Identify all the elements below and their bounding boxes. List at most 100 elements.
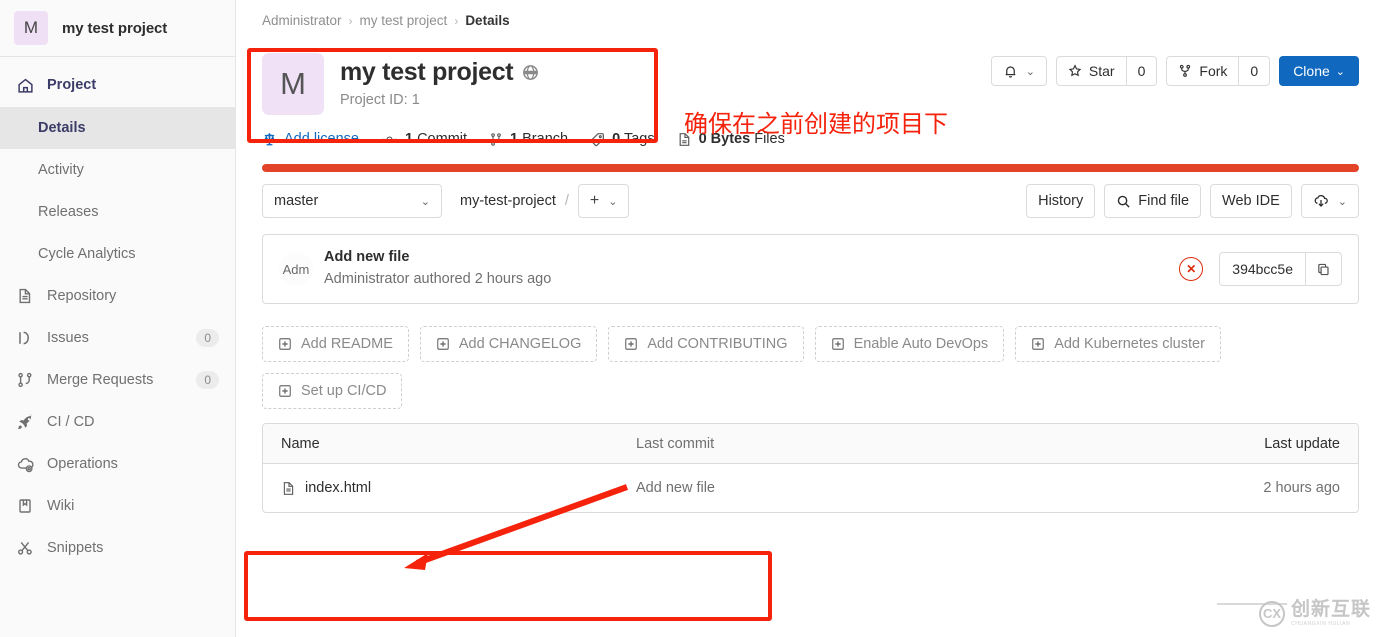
add-changelog-button[interactable]: Add CHANGELOG — [419, 326, 598, 362]
set-up-ci-cd-button[interactable]: Set up CI/CD — [262, 373, 403, 409]
file-tree-table: Name Last commit Last update index.html … — [262, 423, 1359, 513]
table-row[interactable]: index.html Add new file 2 hours ago — [263, 464, 1358, 512]
quick-actions: Add README Add CHANGELOG Add CONTRIBUTIN… — [236, 304, 1379, 409]
file-last-commit[interactable]: Add new file — [636, 480, 1190, 496]
breadcrumb-item-project[interactable]: my test project — [360, 13, 448, 28]
file-icon — [281, 481, 296, 496]
file-toolbar: master ⌄ my-test-project / + ⌄ History F… — [236, 172, 1379, 218]
web-ide-button[interactable]: Web IDE — [1210, 184, 1292, 218]
sidebar-badge-merge-requests: 0 — [196, 371, 219, 389]
branch-icon — [489, 132, 503, 147]
sidebar-item-project[interactable]: Project — [0, 63, 235, 107]
web-ide-label: Web IDE — [1222, 193, 1280, 209]
file-last-update: 2 hours ago — [1263, 480, 1340, 496]
repo-path-root[interactable]: my-test-project — [460, 193, 556, 209]
quick-action-label: Set up CI/CD — [301, 383, 387, 399]
main-content: Administrator › my test project › Detail… — [236, 0, 1379, 637]
quick-action-label: Add README — [301, 336, 393, 352]
home-icon — [16, 76, 34, 94]
commit-sha[interactable]: 394bcc5e — [1220, 253, 1305, 285]
sidebar-item-details[interactable]: Details — [0, 107, 235, 149]
stat-branches[interactable]: 1 Branch — [489, 131, 568, 147]
notification-dropdown-button[interactable]: ⌄ — [990, 56, 1047, 86]
sidebar-item-snippets[interactable]: Snippets — [0, 527, 235, 569]
sidebar-project-name: my test project — [62, 19, 168, 37]
repo-path-breadcrumb: my-test-project / — [460, 193, 569, 209]
fork-count[interactable]: 0 — [1239, 56, 1271, 86]
star-count[interactable]: 0 — [1126, 56, 1158, 86]
star-icon — [1068, 64, 1082, 78]
add-license-link[interactable]: Add license — [284, 131, 359, 147]
fork-button[interactable]: Fork — [1166, 56, 1240, 86]
find-file-button[interactable]: Find file — [1104, 184, 1202, 218]
sidebar-item-label: Merge Requests — [47, 372, 154, 388]
plus-square-icon — [624, 337, 638, 351]
sidebar-item-ci-cd[interactable]: CI / CD — [0, 401, 235, 443]
enable-auto-devops-button[interactable]: Enable Auto DevOps — [814, 326, 1005, 362]
history-button[interactable]: History — [1026, 184, 1096, 218]
sidebar-project-header[interactable]: M my test project — [0, 0, 235, 57]
book-icon — [16, 497, 34, 515]
download-dropdown-button[interactable]: ⌄ — [1300, 184, 1359, 218]
sidebar-item-label: CI / CD — [47, 414, 95, 430]
file-name-link[interactable]: index.html — [305, 480, 371, 496]
breadcrumb-item-details: Details — [465, 13, 510, 28]
sidebar-item-label: Issues — [47, 330, 89, 346]
clone-button[interactable]: Clone ⌄ — [1279, 56, 1359, 86]
branch-selector-value: master — [274, 193, 319, 209]
stat-commits[interactable]: 1 Commit — [381, 131, 467, 147]
project-avatar: M — [262, 53, 324, 115]
x-circle-icon[interactable]: ✕ — [1179, 257, 1204, 281]
sidebar-badge-issues: 0 — [196, 329, 219, 347]
watermark: CX 创新互联 CHUANGXIN HULIAN — [1258, 600, 1371, 627]
sidebar-item-merge-requests[interactable]: Merge Requests 0 — [0, 359, 235, 401]
watermark-logo-icon: CX — [1258, 600, 1285, 627]
header-actions: ⌄ Star 0 Fork 0 Clone ⌄ — [990, 56, 1359, 86]
sidebar-item-activity[interactable]: Activity — [0, 149, 235, 191]
stat-add-license[interactable]: Add license — [262, 131, 359, 147]
table-header-row: Name Last commit Last update — [263, 424, 1358, 464]
fork-button-group: Fork 0 — [1166, 56, 1271, 86]
star-button[interactable]: Star — [1055, 56, 1127, 86]
breadcrumb: Administrator › my test project › Detail… — [236, 0, 1379, 37]
add-contributing-button[interactable]: Add CONTRIBUTING — [608, 326, 804, 362]
breadcrumb-item-administrator[interactable]: Administrator — [262, 13, 342, 28]
sidebar-item-operations[interactable]: Operations — [0, 443, 235, 485]
project-title-row: my test project — [340, 58, 539, 87]
repo-path-separator: / — [564, 193, 569, 209]
quick-action-label: Add CHANGELOG — [458, 336, 582, 352]
sidebar-item-wiki[interactable]: Wiki — [0, 485, 235, 527]
sidebar-item-label: Releases — [38, 204, 99, 220]
sidebar-item-repository[interactable]: Repository — [0, 275, 235, 317]
fork-icon — [1178, 64, 1192, 78]
add-kubernetes-cluster-button[interactable]: Add Kubernetes cluster — [1015, 326, 1221, 362]
add-readme-button[interactable]: Add README — [262, 326, 409, 362]
copy-icon[interactable] — [1305, 253, 1341, 285]
language-bar[interactable] — [262, 164, 1359, 172]
breadcrumb-separator-icon: › — [454, 13, 459, 28]
scissors-icon — [16, 539, 34, 557]
download-icon — [1313, 193, 1329, 209]
commit-icon — [381, 132, 398, 147]
sidebar-item-issues[interactable]: Issues 0 — [0, 317, 235, 359]
commit-texts: Add new file Administrator authored 2 ho… — [324, 247, 551, 291]
star-button-group: Star 0 — [1055, 56, 1158, 86]
sidebar-nav: Project Details Activity Releases Cycle … — [0, 57, 235, 569]
operations-icon — [16, 455, 34, 473]
sidebar-item-label: Project — [47, 77, 97, 93]
breadcrumb-separator-icon: › — [348, 13, 353, 28]
plus-square-icon — [278, 384, 292, 398]
sidebar-item-releases[interactable]: Releases — [0, 191, 235, 233]
branch-selector[interactable]: master ⌄ — [262, 184, 442, 218]
watermark-subtext: CHUANGXIN HULIAN — [1290, 621, 1351, 627]
sidebar-item-label: Cycle Analytics — [38, 246, 136, 262]
globe-icon — [522, 64, 539, 81]
commit-count: 1 — [404, 131, 414, 147]
commit-message[interactable]: Add new file — [324, 247, 551, 269]
sidebar-item-cycle-analytics[interactable]: Cycle Analytics — [0, 233, 235, 275]
clone-label: Clone — [1293, 63, 1330, 79]
sidebar-item-label: Details — [38, 120, 86, 136]
add-to-tree-button[interactable]: + ⌄ — [577, 184, 630, 218]
sidebar-item-label: Repository — [47, 288, 117, 304]
stat-tags[interactable]: 0 Tags — [590, 131, 655, 147]
